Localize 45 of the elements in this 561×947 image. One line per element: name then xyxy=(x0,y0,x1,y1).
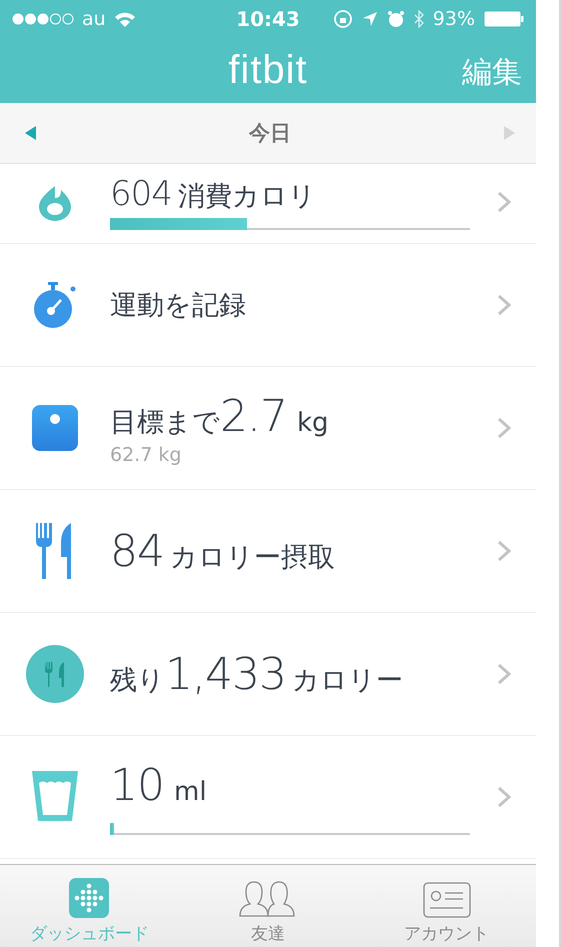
next-day-icon[interactable] xyxy=(502,125,516,141)
location-icon xyxy=(362,11,378,27)
dashboard-row[interactable]: 残り 1,433 カロリー xyxy=(0,613,536,736)
app-logo-title: fitbit xyxy=(228,48,308,93)
status-time: 10:43 xyxy=(236,7,300,31)
row-value: 10 xyxy=(110,760,164,810)
date-label: 今日 xyxy=(249,120,291,147)
dashboard-row[interactable]: 目標まで2.7 kg 62.7 kg xyxy=(0,367,536,490)
dashboard-row[interactable]: 84 カロリー摂取 xyxy=(0,490,536,613)
stopwatch-icon xyxy=(32,280,78,330)
scale-icon xyxy=(32,405,78,451)
row-label: カロリー xyxy=(292,664,403,698)
row-unit: kg xyxy=(296,408,329,438)
signal-icon xyxy=(12,13,74,25)
chevron-icon xyxy=(496,190,512,212)
row-unit: ml xyxy=(174,776,207,806)
row-label: 消費カロリ xyxy=(178,180,316,214)
row-subtext: 62.7 kg xyxy=(110,444,182,466)
row-label: 運動を記録 xyxy=(110,289,246,323)
previous-day-icon[interactable] xyxy=(24,125,38,141)
bluetooth-icon xyxy=(414,10,424,28)
dashboard-icon xyxy=(69,878,110,918)
row-prefix: 残り xyxy=(110,664,165,698)
rotation-lock-icon xyxy=(332,9,353,29)
wifi-icon xyxy=(114,11,136,27)
row-prefix: 目標まで xyxy=(110,406,220,440)
dashboard-row[interactable]: 運動を記録 xyxy=(0,244,536,367)
dashboard-row[interactable]: 10 ml xyxy=(0,736,536,859)
row-label: カロリー摂取 xyxy=(170,540,335,574)
chevron-icon xyxy=(496,294,512,316)
row-value: 1,433 xyxy=(165,648,286,700)
id-card-icon xyxy=(422,882,471,918)
row-value: 84 xyxy=(110,526,164,576)
chevron-icon xyxy=(496,417,512,439)
dashboard-row[interactable]: 604 消費カロリ xyxy=(0,164,536,244)
row-value: 2.7 xyxy=(220,390,287,442)
row-value: 604 xyxy=(110,174,172,214)
chevron-icon xyxy=(496,540,512,562)
alarm-icon xyxy=(386,10,405,28)
battery-percent: 93% xyxy=(432,8,476,30)
carrier-name: au xyxy=(82,8,106,30)
battery-icon xyxy=(484,11,524,27)
cutlery-plate-icon xyxy=(26,645,84,703)
chevron-icon xyxy=(496,663,512,685)
chevron-icon xyxy=(496,786,512,808)
